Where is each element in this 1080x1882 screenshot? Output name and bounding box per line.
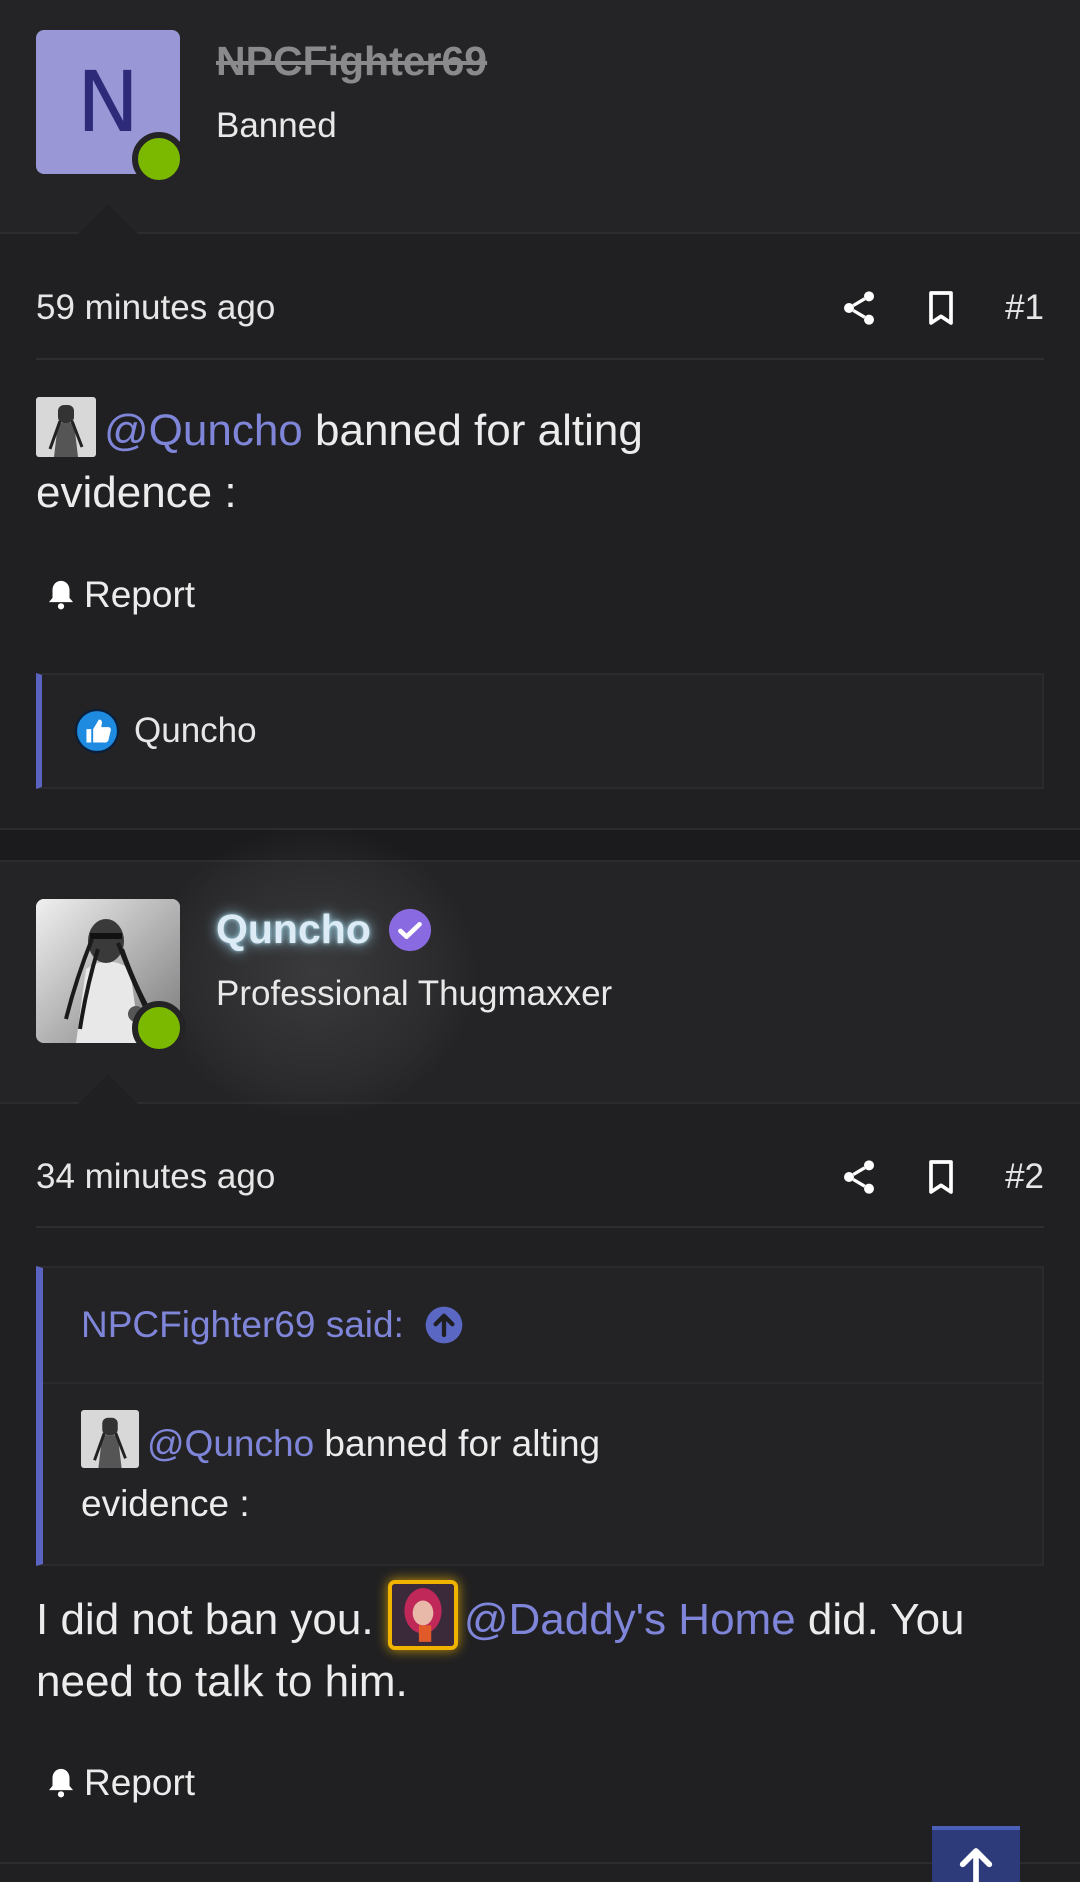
post-1-body: @Quncho banned for alting evidence : (36, 397, 1044, 524)
username-glow-effect (150, 822, 480, 1122)
reaction-user[interactable]: Quncho (134, 711, 257, 751)
post-1-report-button[interactable]: Report (44, 574, 195, 616)
post-2-bottom-divider (0, 1862, 1080, 1864)
post-2-header-caret (78, 1074, 138, 1104)
post-separator (0, 828, 1080, 862)
mention-daddys-home[interactable]: @Daddy's Home (464, 1595, 796, 1644)
bell-icon (48, 1768, 74, 1798)
post-2-username[interactable]: Quncho (216, 906, 433, 953)
post-2-quote: NPCFighter69 said: @Quncho banned for al… (36, 1266, 1044, 1566)
post-2-time[interactable]: 34 minutes ago (36, 1157, 797, 1197)
post-1-header-caret (78, 204, 138, 234)
daddys-home-inline-avatar (391, 1584, 454, 1646)
quote-author[interactable]: NPCFighter69 said: (81, 1304, 404, 1346)
mention-quncho[interactable]: @Quncho (147, 1423, 314, 1464)
bell-icon (48, 580, 74, 610)
post-1-meta: 59 minutes ago #1 (36, 258, 1044, 360)
online-status-dot (132, 132, 186, 186)
post-1-user-header: N NPCFighter69 Banned (0, 0, 1080, 234)
quncho-inline-avatar (36, 397, 96, 457)
quote-header[interactable]: NPCFighter69 said: (43, 1268, 1042, 1384)
post-2-avatar[interactable] (36, 899, 186, 1055)
post-2-number[interactable]: #2 (1005, 1157, 1044, 1197)
online-status-dot (132, 1001, 186, 1055)
post-1-username[interactable]: NPCFighter69 (216, 38, 487, 85)
post-2-user-title: Professional Thugmaxxer (216, 974, 613, 1013)
share-icon[interactable] (839, 1157, 879, 1197)
quote-text-1: banned for alting (314, 1423, 601, 1464)
bookmark-icon[interactable] (921, 288, 961, 328)
post-2-report-button[interactable]: Report (44, 1762, 195, 1804)
mention-quncho[interactable]: @Quncho (104, 406, 303, 455)
post-2-meta: 34 minutes ago #2 (36, 1128, 1044, 1228)
post-1-user-title: Banned (216, 106, 337, 145)
arrow-up-icon (959, 1848, 993, 1882)
quncho-inline-avatar (81, 1410, 139, 1468)
scroll-to-top-button[interactable] (932, 1826, 1020, 1882)
post-2-body: I did not ban you. @Daddy's Home did. Yo… (36, 1584, 1044, 1713)
post-1-body-text-1: banned for alting (302, 406, 643, 455)
post-2-body-text-3: need to talk to him. (36, 1657, 408, 1706)
post-2-body-text-2: did. You (795, 1595, 965, 1644)
post-1-number[interactable]: #1 (1005, 288, 1044, 328)
like-reaction-icon (74, 708, 120, 754)
bookmark-icon[interactable] (921, 1157, 961, 1197)
post-1: N NPCFighter69 Banned 59 minutes ago #1 … (0, 0, 1080, 828)
post-1-time[interactable]: 59 minutes ago (36, 288, 797, 328)
share-icon[interactable] (839, 288, 879, 328)
verified-badge-icon (388, 908, 431, 951)
report-label: Report (84, 574, 196, 615)
post-2: Quncho Professional Thugmaxxer 34 minute… (0, 822, 1080, 1882)
report-label: Report (84, 1762, 196, 1803)
post-2-user-header: Quncho Professional Thugmaxxer (0, 822, 1080, 1122)
post-1-body-text-2: evidence : (36, 468, 237, 517)
post-2-body-text-1: I did not ban you. (36, 1595, 386, 1644)
quote-text-2: evidence : (81, 1483, 250, 1524)
arrow-up-circle-icon[interactable] (424, 1305, 464, 1345)
post-1-reactions[interactable]: Quncho (36, 673, 1044, 789)
post-1-avatar[interactable]: N (36, 30, 186, 186)
post-2-username-text: Quncho (216, 906, 371, 952)
quote-body: @Quncho banned for alting evidence : (43, 1384, 1042, 1564)
